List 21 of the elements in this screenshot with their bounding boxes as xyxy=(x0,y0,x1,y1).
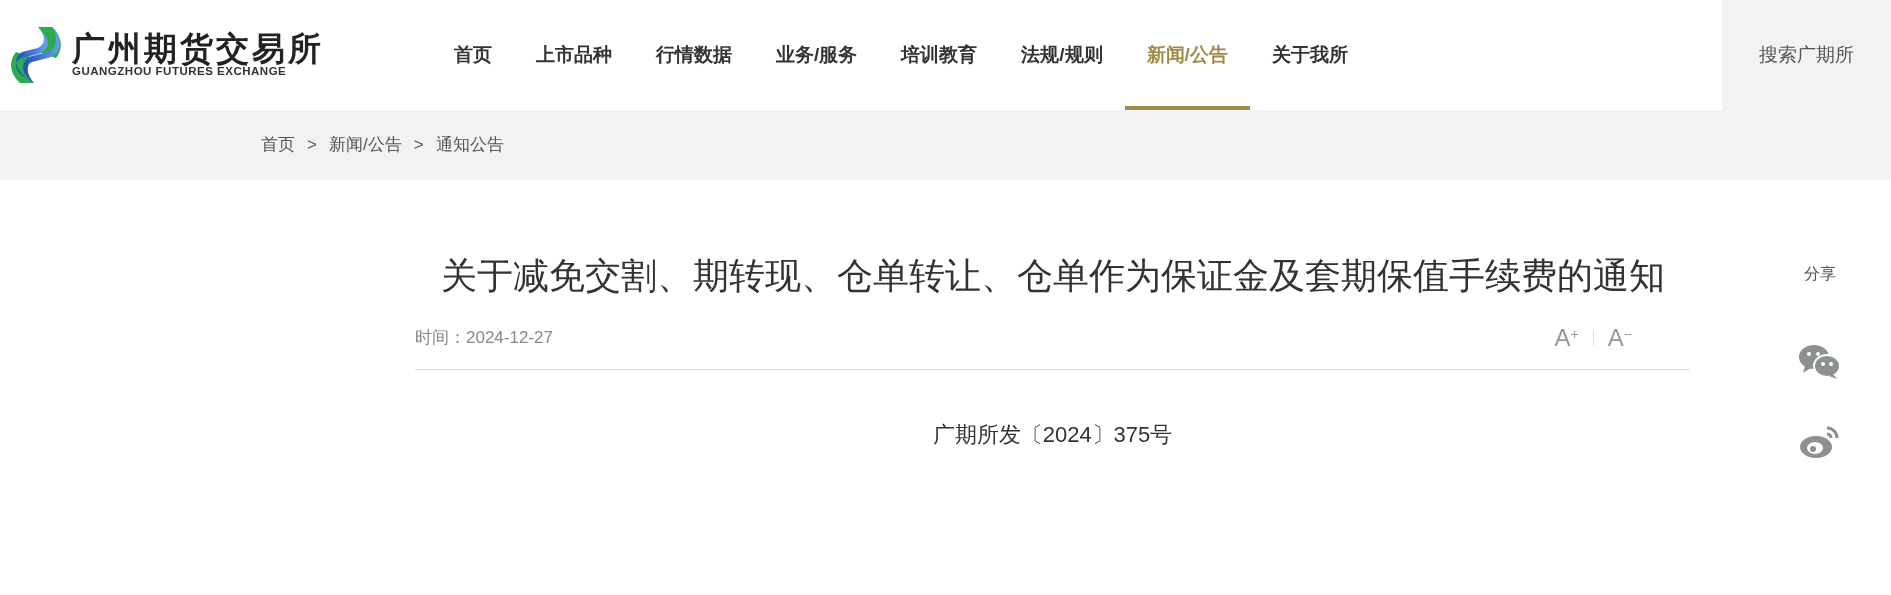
eye-waves-icon[interactable] xyxy=(1799,424,1841,458)
logo-icon xyxy=(8,24,64,86)
document-number: 广期所发〔2024〕375号 xyxy=(931,420,1174,449)
nav-item[interactable]: 行情数据 xyxy=(634,0,754,110)
nav-item[interactable]: 关于我所 xyxy=(1249,0,1370,110)
publish-date: 时间：2024-12-27 xyxy=(415,327,553,349)
chat-bubbles-icon[interactable] xyxy=(1799,344,1841,380)
article-title: 关于减免交割、期转现、仓单转让、仓单作为保证金及套期保值手续费的通知 xyxy=(439,254,1666,298)
nav-item[interactable]: 首页 xyxy=(432,0,514,110)
nav-item[interactable]: 业务/服务 xyxy=(754,0,880,110)
logo-title: 广州期货交易所 xyxy=(72,31,324,65)
share-label: 分享 xyxy=(1804,264,1836,284)
nav-item[interactable]: 上市品种 xyxy=(514,0,634,110)
nav-item[interactable]: 法规/规则 xyxy=(999,0,1125,110)
breadcrumb-separator: > xyxy=(307,134,317,157)
breadcrumb-current: 通知公告 xyxy=(435,134,504,157)
breadcrumb-link[interactable]: 新闻/公告 xyxy=(328,132,402,158)
search-button[interactable]: 搜索广期所 xyxy=(1722,0,1891,110)
nav-item[interactable]: 培训教育 xyxy=(879,0,1000,110)
breadcrumb-separator: > xyxy=(413,134,424,157)
breadcrumb-link[interactable]: 首页 xyxy=(261,132,295,158)
